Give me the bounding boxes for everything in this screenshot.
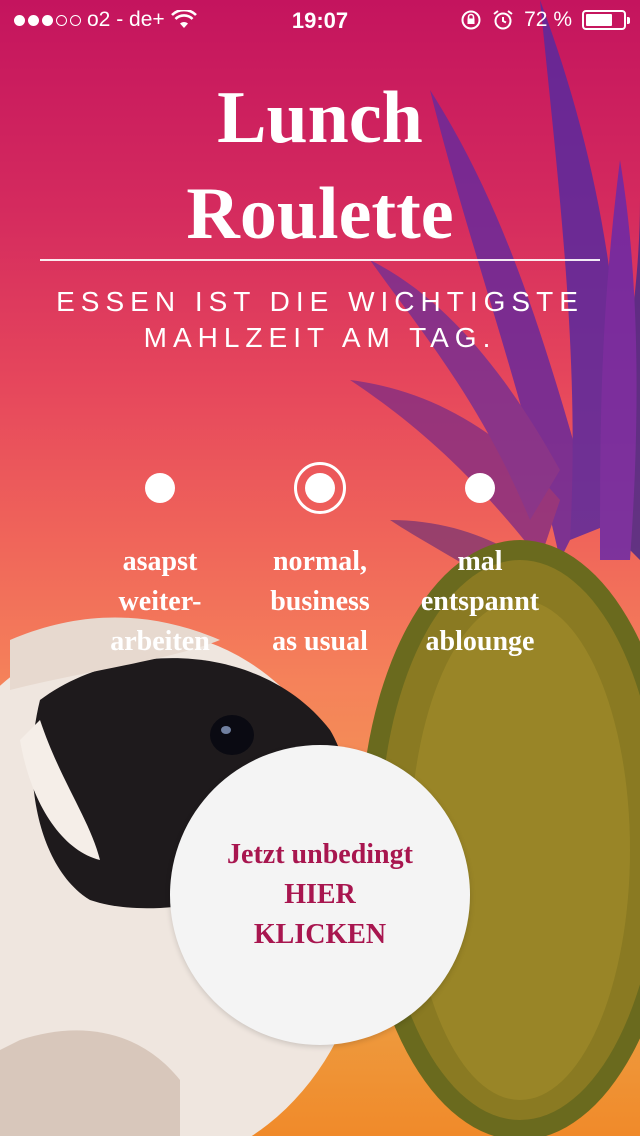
option-label-line: entspannt <box>420 586 540 617</box>
option-asap[interactable]: asapst weiter- arbeiten <box>70 458 250 662</box>
option-normal[interactable]: normal, business as usual <box>230 458 410 662</box>
option-relaxed[interactable]: mal entspannt ablounge <box>390 458 570 662</box>
alarm-icon <box>493 10 513 30</box>
option-label-line: as usual <box>272 626 368 657</box>
option-label-line: arbeiten <box>110 626 210 657</box>
battery-percent: 72 % <box>524 8 572 31</box>
option-label-line: mal <box>457 546 503 577</box>
radio-dot <box>145 473 175 503</box>
title-line-2: Roulette <box>186 173 454 255</box>
title-divider <box>40 259 600 261</box>
battery-fill <box>586 14 612 26</box>
cta-line-3: KLICKEN <box>253 919 387 950</box>
tagline: ESSEN IST DIE WICHTIGSTE MAHLZEIT AM TAG… <box>0 284 640 356</box>
radio-button[interactable] <box>70 458 250 518</box>
option-label-line: normal, <box>272 546 368 577</box>
tagline-line-2: MAHLZEIT AM TAG. <box>143 322 497 353</box>
tagline-line-1: ESSEN IST DIE WICHTIGSTE <box>56 286 584 317</box>
radio-dot <box>465 473 495 503</box>
rotation-lock-icon <box>461 10 481 30</box>
radio-ring <box>294 462 346 514</box>
radio-button-selected[interactable] <box>230 458 410 518</box>
radio-button[interactable] <box>390 458 570 518</box>
option-label: asapst weiter- arbeiten <box>70 542 250 662</box>
start-roulette-button[interactable]: Jetzt unbedingt HIER KLICKEN <box>170 745 470 1045</box>
option-label: normal, business as usual <box>230 542 410 662</box>
status-right: 72 % <box>460 8 630 32</box>
option-label-line: asapst <box>122 546 198 577</box>
battery-icon <box>582 10 630 30</box>
cta-line-1: Jetzt unbedingt <box>227 839 413 870</box>
option-label: mal entspannt ablounge <box>390 542 570 662</box>
title-line-1: Lunch <box>217 77 423 159</box>
app-screen: o2 - de+ 19:07 72 % Lunch Roulette ESSEN… <box>0 0 640 1136</box>
option-label-line: weiter- <box>118 586 202 617</box>
option-label-line: business <box>270 586 370 617</box>
option-label-line: ablounge <box>425 626 535 657</box>
cta-line-2: HIER <box>284 879 356 910</box>
app-title: Lunch Roulette <box>0 70 640 262</box>
status-bar: o2 - de+ 19:07 72 % <box>0 0 640 40</box>
